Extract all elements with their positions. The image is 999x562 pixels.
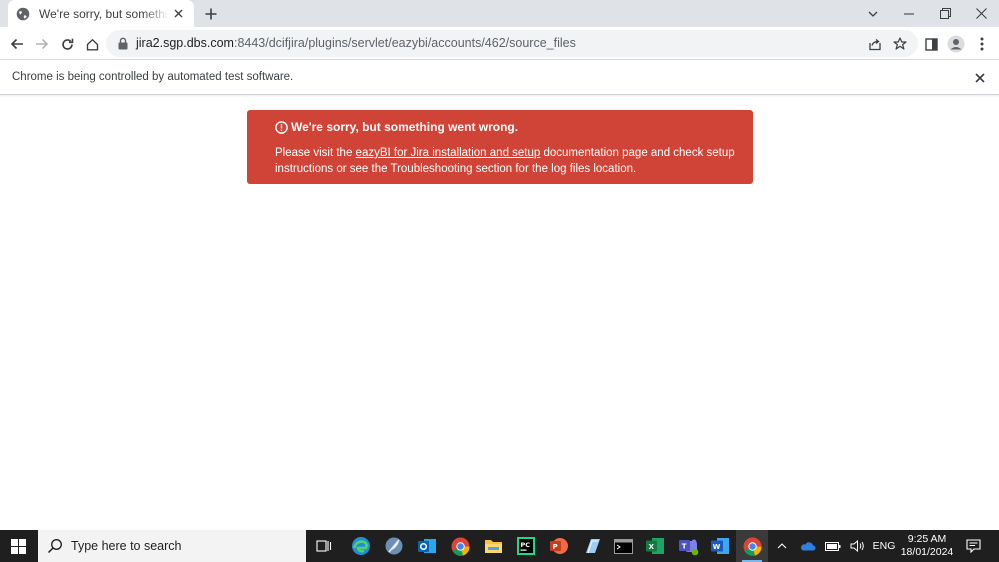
tab-close-icon[interactable] <box>171 6 186 21</box>
svg-text:PC: PC <box>521 541 531 549</box>
windows-start-icon[interactable] <box>0 530 36 562</box>
error-alert: We're sorry, but something went wrong. P… <box>247 110 753 184</box>
onedrive-icon[interactable] <box>796 530 820 562</box>
new-tab-icon[interactable] <box>201 4 221 24</box>
share-icon[interactable] <box>866 35 884 53</box>
outlook-icon[interactable] <box>411 530 443 562</box>
browser-toolbar: jira2.sgp.dbs.com:8443/dcifjira/plugins/… <box>0 27 999 60</box>
battery-icon[interactable] <box>821 530 845 562</box>
globe-icon <box>16 7 30 21</box>
task-view-icon[interactable] <box>308 530 340 562</box>
reload-icon[interactable] <box>57 34 77 54</box>
warning-circle-icon <box>275 120 288 134</box>
side-panel-icon[interactable] <box>921 34 941 54</box>
search-placeholder: Type here to search <box>71 539 182 553</box>
home-icon[interactable] <box>82 34 102 54</box>
alert-body: Please visit the eazyBI for Jira install… <box>275 145 735 177</box>
profile-avatar-icon[interactable] <box>946 34 966 54</box>
svg-text:T: T <box>681 542 686 550</box>
pycharm-icon[interactable]: PC <box>510 530 542 562</box>
feather-app-icon[interactable] <box>378 530 410 562</box>
bookmark-star-icon[interactable] <box>891 35 909 53</box>
infobar-close-icon[interactable] <box>973 71 987 85</box>
search-icon <box>47 538 63 554</box>
svg-text:P: P <box>553 543 558 551</box>
svg-text:X: X <box>649 543 655 551</box>
taskbar-search-box[interactable]: Type here to search <box>38 530 306 562</box>
forward-arrow-icon[interactable] <box>32 34 52 54</box>
terminal-icon[interactable] <box>607 530 639 562</box>
kebab-menu-icon[interactable] <box>972 34 992 54</box>
excel-icon[interactable]: X <box>639 530 671 562</box>
url-host: jira2.sgp.dbs.com <box>136 36 234 50</box>
chrome-icon[interactable] <box>444 530 476 562</box>
tab-strip: We're sorry, but something went wrong. <box>0 0 999 27</box>
lock-icon[interactable] <box>117 37 129 50</box>
notification-center-icon[interactable] <box>962 530 984 562</box>
browser-tab[interactable]: We're sorry, but something went wrong. <box>8 0 194 27</box>
svg-text:W: W <box>713 543 721 551</box>
volume-icon[interactable] <box>846 530 868 562</box>
address-bar[interactable]: jira2.sgp.dbs.com:8443/dcifjira/plugins/… <box>106 30 918 57</box>
file-explorer-icon[interactable] <box>477 530 509 562</box>
tray-chevron-up-icon[interactable] <box>772 530 792 562</box>
language-indicator[interactable]: ENG <box>870 530 898 562</box>
window-close-icon[interactable] <box>963 0 999 27</box>
restore-icon[interactable] <box>927 0 963 27</box>
installation-setup-link[interactable]: eazyBI for Jira installation and setup <box>356 147 541 159</box>
word-icon[interactable]: W <box>704 530 736 562</box>
back-arrow-icon[interactable] <box>7 34 27 54</box>
teams-icon[interactable]: T <box>672 530 704 562</box>
chrome-active-icon[interactable] <box>736 530 768 562</box>
notes-app-icon[interactable] <box>576 530 608 562</box>
infobar-message: Chrome is being controlled by automated … <box>12 71 294 83</box>
clock-date: 18/01/2024 <box>900 546 954 558</box>
alert-body-intro: Please visit the <box>275 147 356 159</box>
alert-heading-row: We're sorry, but something went wrong. <box>275 120 518 134</box>
automation-infobar: Chrome is being controlled by automated … <box>0 61 999 95</box>
edge-icon[interactable] <box>345 530 377 562</box>
clock-time: 9:25 AM <box>907 533 947 545</box>
url-text[interactable]: jira2.sgp.dbs.com:8443/dcifjira/plugins/… <box>136 36 576 50</box>
powerpoint-icon[interactable]: P <box>543 530 575 562</box>
url-path: :8443/dcifjira/plugins/servlet/eazybi/ac… <box>233 36 576 50</box>
tab-title: We're sorry, but something went wrong. <box>39 6 169 21</box>
alert-heading: We're sorry, but something went wrong. <box>291 120 519 134</box>
tab-search-chevron-icon[interactable] <box>855 0 891 27</box>
minimize-icon[interactable] <box>891 0 927 27</box>
windows-taskbar: Type here to search PC P X T W ENG 9:25 … <box>0 530 999 562</box>
clock[interactable]: 9:25 AM 18/01/2024 <box>896 533 958 559</box>
